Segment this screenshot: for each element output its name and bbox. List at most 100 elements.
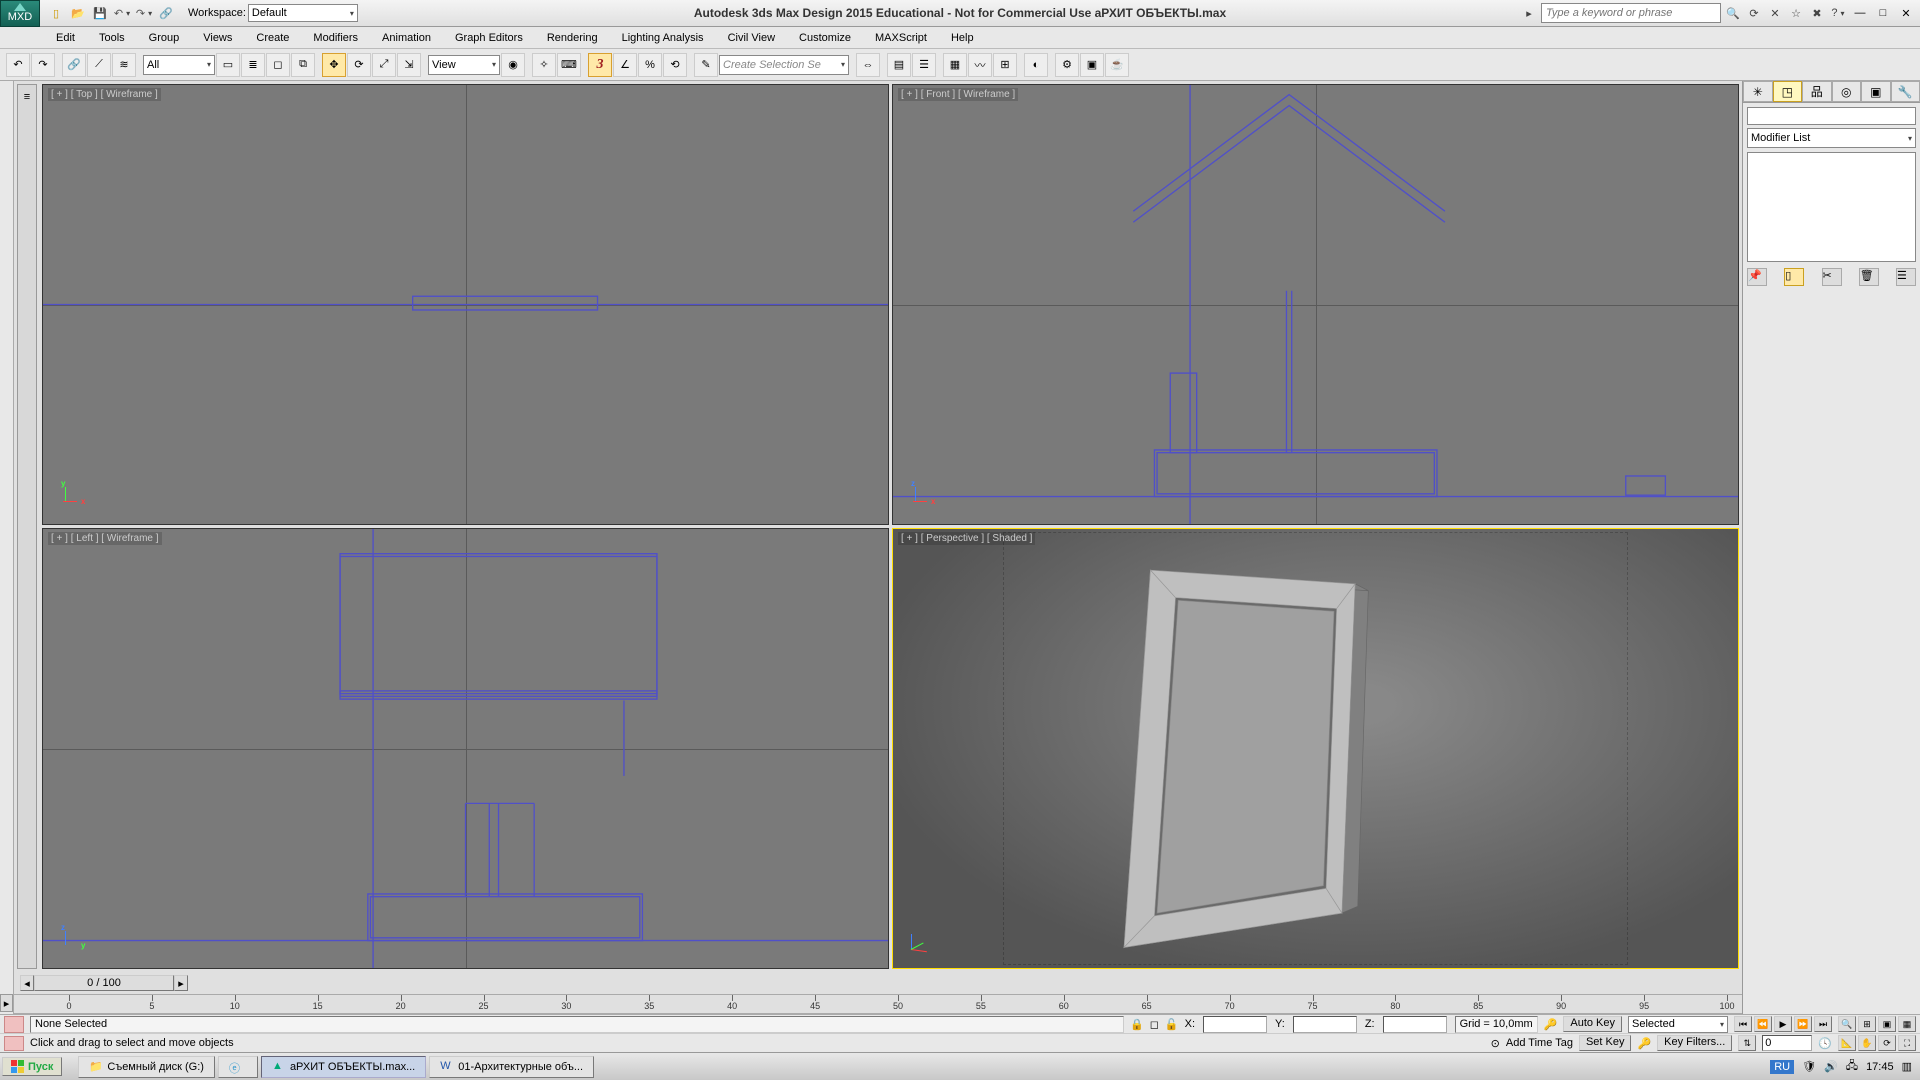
- goto-start-button[interactable]: ⏮: [1734, 1016, 1752, 1032]
- start-button[interactable]: Пуск: [2, 1057, 62, 1076]
- selection-lock-icon[interactable]: 🔓: [1165, 1018, 1179, 1031]
- zoom-extents-all-icon[interactable]: ▦: [1898, 1016, 1916, 1032]
- selection-filter-combo[interactable]: All▾: [143, 55, 215, 75]
- x-coord-field[interactable]: [1203, 1016, 1267, 1033]
- menu-tools[interactable]: Tools: [87, 29, 137, 47]
- y-coord-field[interactable]: [1293, 1016, 1357, 1033]
- script-listener-icon[interactable]: [4, 1036, 24, 1051]
- menu-group[interactable]: Group: [137, 29, 192, 47]
- link-button[interactable]: 🔗: [62, 53, 86, 77]
- subscription-icon[interactable]: ⟳: [1745, 4, 1763, 22]
- object-name-field[interactable]: [1747, 107, 1916, 125]
- app-menu-button[interactable]: MXD: [0, 0, 40, 27]
- time-config-icon[interactable]: 🕓: [1818, 1037, 1832, 1050]
- current-frame-spinner[interactable]: 0: [1762, 1035, 1812, 1051]
- unlink-button[interactable]: ⟋: [87, 53, 111, 77]
- macro-rec-icon[interactable]: [4, 1016, 24, 1033]
- title-flyout-icon[interactable]: ▸: [1520, 4, 1538, 22]
- zoom-extents-icon[interactable]: ▣: [1878, 1016, 1896, 1032]
- task-item-3dsmax[interactable]: ▲аРХИТ ОБЪЕКТЫ.max...: [261, 1056, 426, 1078]
- key-filter-selected-combo[interactable]: Selected▾: [1628, 1016, 1728, 1033]
- bind-spacewarp-button[interactable]: ≋: [112, 53, 136, 77]
- autodesk360-icon[interactable]: ✖: [1808, 4, 1826, 22]
- menu-grapheditors[interactable]: Graph Editors: [443, 29, 535, 47]
- task-item-explorer[interactable]: 📁Съемный диск (G:): [78, 1056, 215, 1078]
- percent-snap-button[interactable]: %: [638, 53, 662, 77]
- project-icon[interactable]: 🔗: [156, 3, 176, 23]
- select-move-button[interactable]: ✥: [322, 53, 346, 77]
- menu-create[interactable]: Create: [244, 29, 301, 47]
- maximize-button[interactable]: □: [1873, 5, 1893, 21]
- key-mode-icon[interactable]: 🔑: [1637, 1037, 1651, 1050]
- tab-hierarchy[interactable]: 品: [1802, 81, 1832, 102]
- viewport-label[interactable]: [ + ] [ Front ] [ Wireframe ]: [898, 88, 1018, 101]
- infocenter-search[interactable]: [1541, 3, 1721, 23]
- key-filters-button[interactable]: Key Filters...: [1657, 1035, 1732, 1051]
- viewport-left[interactable]: [ + ] [ Left ] [ Wireframe ] zy: [42, 528, 889, 969]
- time-tag-field[interactable]: Add Time Tag: [1506, 1037, 1573, 1049]
- z-coord-field[interactable]: [1383, 1016, 1447, 1033]
- undo-icon[interactable]: ↶▾: [112, 3, 132, 23]
- configure-sets-icon[interactable]: ☰: [1896, 268, 1916, 286]
- maximize-viewport-icon[interactable]: ⛶: [1898, 1035, 1916, 1051]
- material-editor-button[interactable]: ◐: [1024, 53, 1048, 77]
- ref-coord-combo[interactable]: View▾: [428, 55, 500, 75]
- key-mode-toggle-icon[interactable]: ⇅: [1738, 1035, 1756, 1051]
- time-prev-button[interactable]: ◂: [20, 975, 34, 991]
- tray-network-icon[interactable]: 🖧: [1846, 1057, 1858, 1076]
- tray-clock[interactable]: 17:45: [1866, 1061, 1894, 1073]
- use-pivot-center-button[interactable]: ◉: [501, 53, 525, 77]
- viewport-label[interactable]: [ + ] [ Perspective ] [ Shaded ]: [898, 532, 1035, 545]
- select-manipulate-button[interactable]: ✧: [532, 53, 556, 77]
- menu-civilview[interactable]: Civil View: [716, 29, 787, 47]
- tray-volume-icon[interactable]: 🔊: [1824, 1060, 1838, 1073]
- open-icon[interactable]: 📂: [68, 3, 88, 23]
- curve-editor-button[interactable]: 〰: [968, 53, 992, 77]
- modifier-list-combo[interactable]: Modifier List▾: [1747, 128, 1916, 148]
- viewport-perspective[interactable]: [ + ] [ Perspective ] [ Shaded ]: [892, 528, 1739, 969]
- save-icon[interactable]: 💾: [90, 3, 110, 23]
- modifier-stack[interactable]: [1747, 152, 1916, 262]
- pin-stack-icon[interactable]: 📌: [1747, 268, 1767, 286]
- isolate-icon[interactable]: ◻: [1150, 1018, 1159, 1031]
- select-rotate-button[interactable]: ⟳: [347, 53, 371, 77]
- select-object-button[interactable]: ▭: [216, 53, 240, 77]
- named-selection-combo[interactable]: Create Selection Se▾: [719, 55, 849, 75]
- workspace-combo[interactable]: Default▾: [248, 4, 358, 22]
- tray-shield-icon[interactable]: 🛡: [1802, 1060, 1816, 1073]
- tab-display[interactable]: ▣: [1861, 81, 1891, 102]
- goto-end-button[interactable]: ⏭: [1814, 1016, 1832, 1032]
- tab-utilities[interactable]: 🔧: [1891, 81, 1920, 102]
- task-item-ie[interactable]: ⓔ: [218, 1056, 258, 1078]
- menu-modifiers[interactable]: Modifiers: [301, 29, 370, 47]
- play-button[interactable]: ▶: [1774, 1016, 1792, 1032]
- time-next-button[interactable]: ▸: [174, 975, 188, 991]
- expand-toolbar-icon[interactable]: ▸: [0, 994, 13, 1012]
- tray-extra-icon[interactable]: ▥: [1902, 1060, 1912, 1073]
- minimize-button[interactable]: —: [1850, 5, 1870, 21]
- auto-key-button[interactable]: Auto Key: [1563, 1016, 1622, 1032]
- time-ruler[interactable]: 0510152025303540455055606570758085909510…: [14, 994, 1742, 1014]
- help-icon[interactable]: ?▾: [1829, 4, 1847, 22]
- menu-animation[interactable]: Animation: [370, 29, 443, 47]
- select-place-button[interactable]: ⇲: [397, 53, 421, 77]
- show-end-result-icon[interactable]: ▯: [1784, 268, 1804, 286]
- render-setup-button[interactable]: ⚙: [1055, 53, 1079, 77]
- orbit-icon[interactable]: ⟳: [1878, 1035, 1896, 1051]
- viewport-top[interactable]: [ + ] [ Top ] [ Wireframe ] xy: [42, 84, 889, 525]
- select-scale-button[interactable]: ⤢: [372, 53, 396, 77]
- menu-rendering[interactable]: Rendering: [535, 29, 610, 47]
- favorite-icon[interactable]: ☆: [1787, 4, 1805, 22]
- align-button[interactable]: ▤: [887, 53, 911, 77]
- close-button[interactable]: ✕: [1896, 5, 1916, 21]
- comm-center-icon[interactable]: ⊙: [1491, 1037, 1500, 1050]
- menu-help[interactable]: Help: [939, 29, 986, 47]
- tab-create[interactable]: ✳: [1743, 81, 1773, 102]
- menu-views[interactable]: Views: [191, 29, 244, 47]
- zoom-all-icon[interactable]: ⊞: [1858, 1016, 1876, 1032]
- task-item-word[interactable]: W01-Архитектурные объ...: [429, 1056, 594, 1078]
- viewport-label[interactable]: [ + ] [ Top ] [ Wireframe ]: [48, 88, 161, 101]
- search-input[interactable]: [1546, 7, 1716, 19]
- scene-explorer-collapsed[interactable]: ≡: [17, 84, 37, 969]
- viewport-front[interactable]: [ + ] [ Front ] [ Wireframe ] xz: [892, 84, 1739, 525]
